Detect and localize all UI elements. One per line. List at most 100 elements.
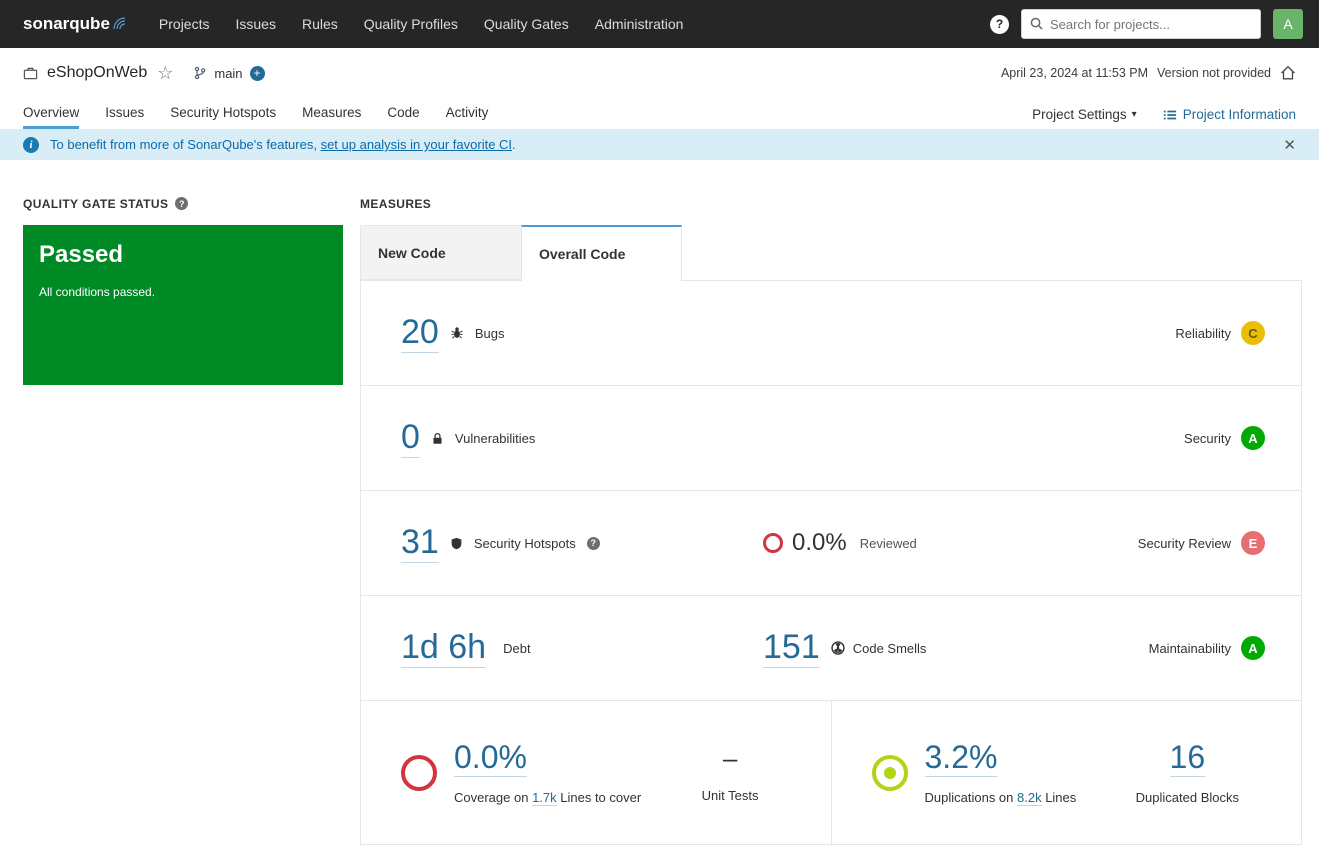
lines-to-cover-link[interactable]: 1.7k [532,790,557,806]
measure-row-maintainability: 1d 6h Debt 151 Code Smells [361,596,1301,701]
project-information-button[interactable]: Project Information [1163,107,1296,122]
quality-gate-status: Passed [39,241,327,269]
tab-activity[interactable]: Activity [446,105,489,129]
coverage-half: 0.0% Coverage on 1.7k Lines to cover – U… [361,701,831,844]
main-menu: Projects Issues Rules Quality Profiles Q… [159,16,684,32]
tab-security-hotspots[interactable]: Security Hotspots [170,105,276,129]
hotspots-help-icon[interactable]: ? [587,537,600,550]
nav-item-rules[interactable]: Rules [302,16,338,32]
reliability-label: Reliability [1175,326,1231,341]
quality-gate-status-card: Passed All conditions passed. [23,225,343,385]
duplications-percentage-link[interactable]: 3.2% [925,740,998,776]
search-input[interactable] [1021,9,1261,39]
overview-content: QUALITY GATE STATUS ? Passed All conditi… [0,160,1319,845]
home-icon[interactable] [1280,65,1296,81]
top-navigation: sonarqube Projects Issues Rules Quality … [0,0,1319,48]
debt-link[interactable]: 1d 6h [401,628,486,668]
quality-gate-description: All conditions passed. [39,285,327,299]
security-label: Security [1184,431,1231,446]
version-label: Version not provided [1157,66,1271,80]
list-icon [1163,108,1177,122]
user-avatar[interactable]: A [1273,9,1303,39]
project-header: eShopOnWeb ☆ main + April 23, 2024 at 11… [0,48,1319,98]
nav-item-quality-profiles[interactable]: Quality Profiles [364,16,458,32]
analysis-date: April 23, 2024 at 11:53 PM [1001,66,1148,80]
duplications-half: 3.2% Duplications on 8.2k Lines 16 Dupli… [831,701,1302,844]
project-settings-dropdown[interactable]: Project Settings ▾ [1032,107,1137,122]
measures-heading: MEASURES [360,197,431,211]
tab-new-code[interactable]: New Code [360,225,521,280]
reviewed-label: Reviewed [860,536,917,551]
quality-gate-column: QUALITY GATE STATUS ? Passed All conditi… [23,196,343,845]
coverage-percentage-link[interactable]: 0.0% [454,740,527,776]
duplicated-blocks-group: 16 Duplicated Blocks [1136,740,1239,804]
tab-issues[interactable]: Issues [105,105,144,129]
sonarqube-logo[interactable]: sonarqube [23,14,129,35]
reliability-rating-badge[interactable]: C [1241,321,1265,345]
project-search [1021,9,1261,39]
coverage-duplications-row: 0.0% Coverage on 1.7k Lines to cover – U… [361,701,1301,844]
ci-setup-link[interactable]: set up analysis in your favorite CI [321,137,512,152]
reviewed-ring-icon [763,533,783,553]
favorite-star-icon[interactable]: ☆ [157,64,173,82]
quality-gate-help-icon[interactable]: ? [175,197,188,210]
measure-row-security-hotspots: 31 Security Hotspots ? 0.0% Reviewed Sec [361,491,1301,596]
help-icon[interactable]: ? [990,15,1009,34]
page-title: eShopOnWeb [47,64,147,82]
nav-item-issues[interactable]: Issues [235,16,275,32]
tab-code[interactable]: Code [387,105,419,129]
measure-row-bugs: 20 Bugs Reliability C [361,281,1301,386]
duplicated-blocks-label: Duplicated Blocks [1136,790,1239,805]
project-settings-label: Project Settings [1032,107,1127,122]
unit-tests-value: – [723,742,737,776]
chevron-down-icon: ▾ [1132,109,1137,120]
bugs-count-link[interactable]: 20 [401,313,439,353]
branch-icon [193,66,207,80]
project-information-label: Project Information [1183,107,1296,122]
shield-icon [450,537,463,550]
code-smells-label: Code Smells [853,641,927,656]
nav-item-quality-gates[interactable]: Quality Gates [484,16,569,32]
reviewed-percentage: 0.0% [792,529,847,557]
close-icon[interactable]: ✕ [1283,136,1296,154]
branch-selector[interactable]: main [214,66,242,81]
project-tab-bar: Overview Issues Security Hotspots Measur… [0,98,1319,129]
duplicated-blocks-link[interactable]: 16 [1170,740,1206,776]
security-review-rating-badge[interactable]: E [1241,531,1265,555]
security-review-label: Security Review [1138,536,1231,551]
add-branch-icon[interactable]: + [250,66,265,81]
coverage-caption: Coverage on 1.7k Lines to cover [454,790,641,805]
quality-gate-heading: QUALITY GATE STATUS [23,197,168,211]
vulnerabilities-count-link[interactable]: 0 [401,418,420,458]
maintainability-label: Maintainability [1149,641,1231,656]
measures-panel: 20 Bugs Reliability C [360,280,1302,845]
bugs-label: Bugs [475,326,505,341]
project-icon [23,66,38,81]
debt-label: Debt [503,641,530,656]
vulnerabilities-label: Vulnerabilities [455,431,535,446]
ci-setup-banner: i To benefit from more of SonarQube's fe… [0,129,1319,160]
code-smells-count-link[interactable]: 151 [763,628,820,668]
info-icon: i [23,137,39,153]
tab-overview[interactable]: Overview [23,105,79,129]
hotspots-label: Security Hotspots [474,536,576,551]
banner-text: To benefit from more of SonarQube's feat… [50,137,516,152]
tab-overall-code[interactable]: Overall Code [521,225,682,281]
tab-measures[interactable]: Measures [302,105,361,129]
measures-tabs: New Code Overall Code [360,225,1302,280]
code-smells-icon [831,641,845,655]
bug-icon [450,326,464,340]
sonarqube-swoosh-icon [113,15,129,35]
measure-row-vulnerabilities: 0 Vulnerabilities Security A [361,386,1301,491]
duplications-caption: Duplications on 8.2k Lines [925,790,1077,805]
security-rating-badge[interactable]: A [1241,426,1265,450]
measures-section: MEASURES New Code Overall Code 20 [360,196,1302,845]
duplicated-lines-link[interactable]: 8.2k [1017,790,1042,806]
nav-item-projects[interactable]: Projects [159,16,210,32]
nav-item-administration[interactable]: Administration [595,16,684,32]
search-icon [1029,16,1044,31]
lock-icon [431,432,444,445]
hotspots-count-link[interactable]: 31 [401,523,439,563]
brand-text: sonarqube [23,14,110,34]
maintainability-rating-badge[interactable]: A [1241,636,1265,660]
